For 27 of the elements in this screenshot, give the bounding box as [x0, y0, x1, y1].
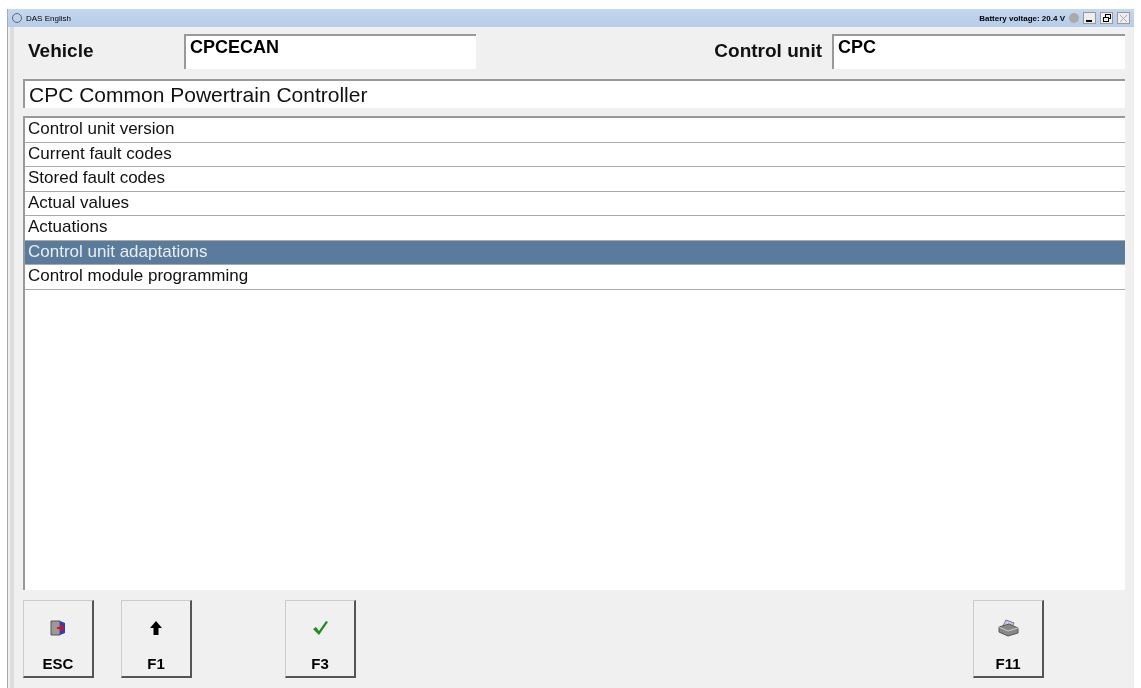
control-unit-title: CPC Common Powertrain Controller	[23, 79, 1125, 108]
menu-item[interactable]: Actuations	[25, 216, 1125, 241]
menu-item[interactable]: Actual values	[25, 191, 1125, 216]
window-title: DAS English	[26, 13, 71, 23]
status-led-icon	[1069, 13, 1079, 23]
up-arrow-icon	[150, 621, 162, 635]
vehicle-label: Vehicle	[27, 40, 95, 62]
function-key-button[interactable]: F1	[121, 600, 192, 678]
minimize-button[interactable]	[1083, 12, 1096, 24]
printer-icon	[997, 619, 1019, 637]
menu-item[interactable]: Control module programming	[25, 265, 1125, 290]
vehicle-field: CPCECAN	[184, 33, 476, 69]
checkmark-icon	[312, 620, 328, 636]
control-unit-label: Control unit	[714, 40, 822, 62]
close-icon	[1120, 14, 1127, 22]
control-unit-field: CPC	[832, 33, 1125, 69]
exit-door-icon	[49, 619, 67, 637]
function-key-button[interactable]: F11	[973, 600, 1044, 678]
function-key-button[interactable]: F3	[285, 600, 356, 678]
menu-item[interactable]: Control unit adaptations	[25, 240, 1125, 265]
menu-item[interactable]: Current fault codes	[25, 142, 1125, 167]
function-key-button[interactable]: ESC	[23, 600, 94, 678]
restore-button[interactable]	[1100, 12, 1113, 24]
battery-voltage: Battery voltage: 20.4 V	[979, 13, 1065, 23]
menu-item[interactable]: Stored fault codes	[25, 167, 1125, 192]
menu-item[interactable]: Control unit version	[25, 118, 1125, 143]
restore-icon	[1102, 14, 1111, 22]
